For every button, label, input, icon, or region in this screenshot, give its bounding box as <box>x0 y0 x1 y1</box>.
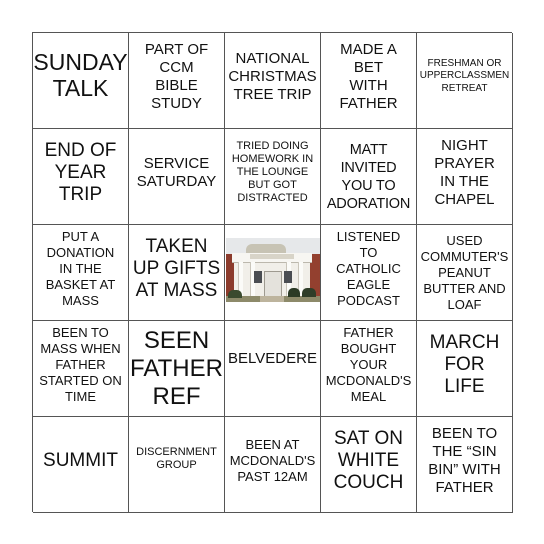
bingo-cell[interactable]: SUMMIT <box>33 417 129 513</box>
free-space-cell[interactable] <box>225 225 321 321</box>
cell-text: SERVICE SATURDAY <box>136 154 217 190</box>
cell-text: BEEN AT MCDONALD'S PAST 12AM <box>229 436 316 484</box>
bingo-cell[interactable]: BEEN TO MASS WHEN FATHER STARTED ON TIME <box>33 321 129 417</box>
cell-text: MATT INVITED YOU TO ADORATION <box>326 141 411 212</box>
bingo-cell[interactable]: SERVICE SATURDAY <box>129 129 225 225</box>
cell-text: TAKEN UP GIFTS AT MASS <box>132 235 221 301</box>
cell-text: END OF YEAR TRIP <box>44 139 117 205</box>
cell-text: TRIED DOING HOMEWORK IN THE LOUNGE BUT G… <box>231 140 314 204</box>
bingo-cell[interactable]: TRIED DOING HOMEWORK IN THE LOUNGE BUT G… <box>225 129 321 225</box>
cell-text: USED COMMUTER'S PEANUT BUTTER AND LOAF <box>420 232 509 312</box>
cell-text: NIGHT PRAYER IN THE CHAPEL <box>434 136 495 208</box>
bingo-cell[interactable]: TAKEN UP GIFTS AT MASS <box>129 225 225 321</box>
cell-text: LISTENED TO CATHOLIC EAGLE PODCAST <box>336 228 401 308</box>
building-photo <box>225 237 320 302</box>
bingo-cell[interactable]: MADE A BET WITH FATHER <box>321 33 417 129</box>
cell-text: PART OF CCM BIBLE STUDY <box>144 40 209 112</box>
bingo-cell[interactable]: PUT A DONATION IN THE BASKET AT MASS <box>33 225 129 321</box>
cell-text: NATIONAL CHRISTMAS TREE TRIP <box>228 49 317 103</box>
cell-text: SEEN FATHER REF <box>130 326 223 410</box>
cell-text: SAT ON WHITE COUCH <box>333 427 404 493</box>
cell-text: MARCH FOR LIFE <box>429 331 500 397</box>
cell-text: BELVEDERE <box>228 349 317 367</box>
bingo-cell[interactable]: SAT ON WHITE COUCH <box>321 417 417 513</box>
bingo-cell[interactable]: BEEN AT MCDONALD'S PAST 12AM <box>225 417 321 513</box>
bingo-card: SUNDAY TALK PART OF CCM BIBLE STUDY NATI… <box>32 32 513 513</box>
cell-text: FRESHMAN OR UPPERCLASSMEN RETREAT <box>419 57 510 94</box>
cell-text: BEEN TO MASS WHEN FATHER STARTED ON TIME <box>39 324 122 404</box>
bingo-cell[interactable]: DISCERNMENT GROUP <box>129 417 225 513</box>
cell-text: BEEN TO THE “SIN BIN” WITH FATHER <box>428 424 501 496</box>
bingo-cell[interactable]: USED COMMUTER'S PEANUT BUTTER AND LOAF <box>417 225 513 321</box>
cell-text: PUT A DONATION IN THE BASKET AT MASS <box>45 228 116 308</box>
bingo-cell[interactable]: BELVEDERE <box>225 321 321 417</box>
bingo-cell[interactable]: PART OF CCM BIBLE STUDY <box>129 33 225 129</box>
bingo-cell[interactable]: MATT INVITED YOU TO ADORATION <box>321 129 417 225</box>
bingo-cell[interactable]: LISTENED TO CATHOLIC EAGLE PODCAST <box>321 225 417 321</box>
bingo-cell[interactable]: NATIONAL CHRISTMAS TREE TRIP <box>225 33 321 129</box>
cell-text: SUMMIT <box>43 449 118 471</box>
bingo-cell[interactable]: BEEN TO THE “SIN BIN” WITH FATHER <box>417 417 513 513</box>
bingo-cell[interactable]: SEEN FATHER REF <box>129 321 225 417</box>
bingo-cell[interactable]: END OF YEAR TRIP <box>33 129 129 225</box>
bingo-cell[interactable]: MARCH FOR LIFE <box>417 321 513 417</box>
cell-text: MADE A BET WITH FATHER <box>339 40 398 112</box>
bingo-cell[interactable]: FATHER BOUGHT YOUR MCDONALD'S MEAL <box>321 321 417 417</box>
cell-text: DISCERNMENT GROUP <box>136 445 217 471</box>
bingo-cell[interactable]: FRESHMAN OR UPPERCLASSMEN RETREAT <box>417 33 513 129</box>
cell-text: FATHER BOUGHT YOUR MCDONALD'S MEAL <box>325 324 412 404</box>
cell-text: SUNDAY TALK <box>33 48 128 101</box>
bingo-cell[interactable]: NIGHT PRAYER IN THE CHAPEL <box>417 129 513 225</box>
bingo-cell[interactable]: SUNDAY TALK <box>33 33 129 129</box>
